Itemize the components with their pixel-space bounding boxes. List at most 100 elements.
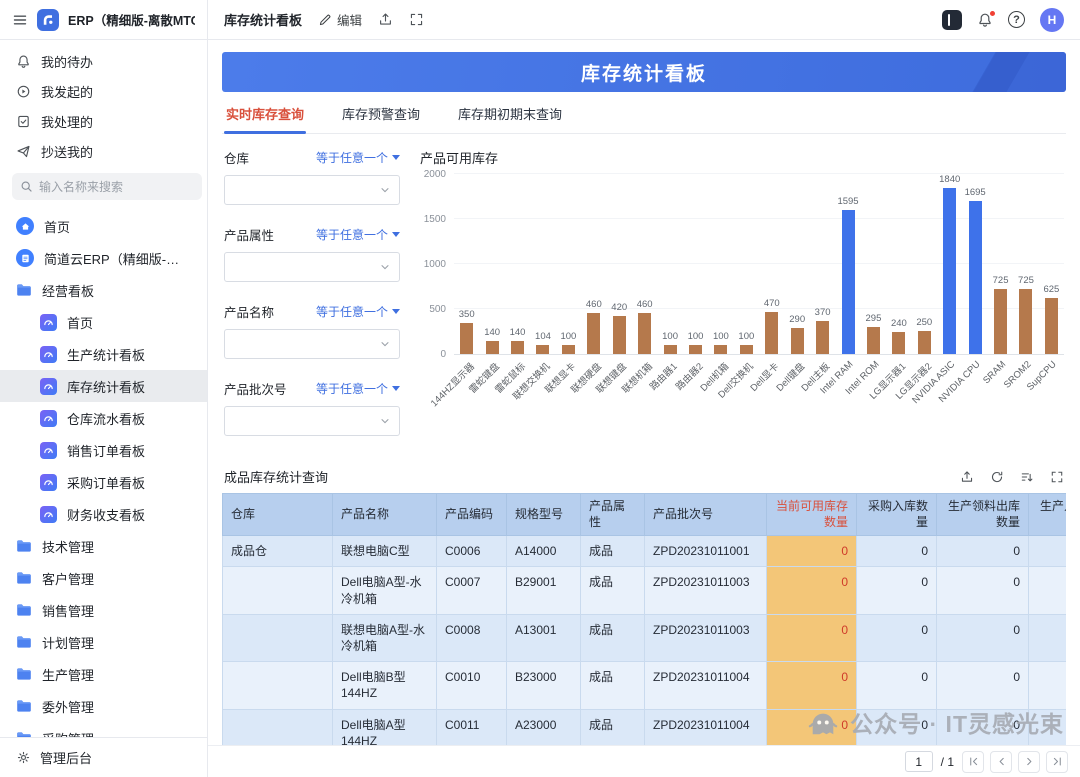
column-header[interactable]: 仓库 xyxy=(223,494,333,536)
column-header[interactable]: 生产入库数量 xyxy=(1029,494,1067,536)
chart-bar[interactable] xyxy=(664,345,677,354)
chart-bar[interactable] xyxy=(562,345,575,354)
column-header[interactable]: 生产领料出库数量 xyxy=(937,494,1029,536)
column-header[interactable]: 采购入库数量 xyxy=(857,494,937,536)
filter-operator[interactable]: 等于任意一个 xyxy=(316,380,400,397)
chart-bar[interactable] xyxy=(740,345,753,354)
column-header[interactable]: 产品属性 xyxy=(581,494,645,536)
column-header[interactable]: 产品名称 xyxy=(333,494,437,536)
column-header[interactable]: 规格型号 xyxy=(507,494,581,536)
chart-bar[interactable] xyxy=(587,313,600,354)
bar-value-label: 1695 xyxy=(965,187,986,198)
first-page-button[interactable] xyxy=(962,751,984,773)
sidebar-folder-4[interactable]: 客户管理 xyxy=(0,562,207,594)
chart-bar[interactable] xyxy=(511,341,524,354)
table-export-icon[interactable] xyxy=(960,470,974,484)
chart-bar[interactable] xyxy=(486,341,499,354)
filter-select[interactable] xyxy=(224,252,400,282)
share-icon[interactable] xyxy=(378,12,393,27)
chart-bar[interactable] xyxy=(918,331,931,354)
sidebar-subitem-2-5[interactable]: 采购订单看板 xyxy=(0,466,207,498)
sidebar-folder-6[interactable]: 计划管理 xyxy=(0,626,207,658)
chart-bar[interactable] xyxy=(816,321,829,354)
chart-bar[interactable] xyxy=(1045,298,1058,354)
column-header[interactable]: 产品编码 xyxy=(437,494,507,536)
last-page-button[interactable] xyxy=(1046,751,1068,773)
sidebar-subitem-2-6[interactable]: 财务收支看板 xyxy=(0,498,207,530)
sidebar-item-home[interactable]: 首页 xyxy=(0,210,207,242)
chart-bar[interactable] xyxy=(791,328,804,354)
filter-operator[interactable]: 等于任意一个 xyxy=(316,149,400,166)
table-cell: C0010 xyxy=(437,662,507,709)
sidebar-subitem-2-2[interactable]: 库存统计看板 xyxy=(0,370,207,402)
tab-1[interactable]: 库存预警查询 xyxy=(340,92,422,133)
sidebar-quick-item-0[interactable]: 我的待办 xyxy=(0,46,207,76)
bar-col-22: 725 xyxy=(1013,175,1038,354)
hamburger-icon[interactable] xyxy=(12,12,28,28)
sidebar-folder-8[interactable]: 委外管理 xyxy=(0,690,207,722)
edit-button[interactable]: 编辑 xyxy=(318,10,362,29)
filter-operator[interactable]: 等于任意一个 xyxy=(316,303,400,320)
bar-value-label: 100 xyxy=(713,331,729,342)
filter-select[interactable] xyxy=(224,406,400,436)
next-page-button[interactable] xyxy=(1018,751,1040,773)
sidebar-search[interactable] xyxy=(12,173,202,200)
chart-bar[interactable] xyxy=(613,316,626,354)
sidebar-subitem-2-4[interactable]: 销售订单看板 xyxy=(0,434,207,466)
bar-col-5: 460 xyxy=(581,175,606,354)
panel-toggle-icon[interactable] xyxy=(942,10,962,30)
table-sort-icon[interactable] xyxy=(1020,470,1034,484)
tab-0[interactable]: 实时库存查询 xyxy=(224,92,306,133)
chart-bar[interactable] xyxy=(536,345,549,354)
sidebar-subitem-2-0[interactable]: 首页 xyxy=(0,306,207,338)
column-header[interactable]: 产品批次号 xyxy=(645,494,767,536)
chart-bar[interactable] xyxy=(460,323,473,354)
table-cell: 0 xyxy=(937,614,1029,661)
fullscreen-icon[interactable] xyxy=(409,12,424,27)
chart-bar[interactable] xyxy=(969,201,982,354)
sidebar-quick-item-3[interactable]: 抄送我的 xyxy=(0,136,207,166)
chart-bar[interactable] xyxy=(638,313,651,354)
chart-bar[interactable] xyxy=(994,289,1007,354)
table-fullscreen-icon[interactable] xyxy=(1050,470,1064,484)
sidebar-folder-2[interactable]: 经营看板 xyxy=(0,274,207,306)
chart-bar[interactable] xyxy=(1019,289,1032,354)
tab-2[interactable]: 库存期初期末查询 xyxy=(456,92,564,133)
chart-bar[interactable] xyxy=(714,345,727,354)
chart-bar[interactable] xyxy=(689,345,702,354)
chart-bar[interactable] xyxy=(842,210,855,354)
bar-col-13: 290 xyxy=(784,175,809,354)
admin-backend-button[interactable]: 管理后台 xyxy=(0,737,207,777)
bar-value-label: 1595 xyxy=(837,196,858,207)
page-last-icon xyxy=(1052,756,1063,767)
chart-bar[interactable] xyxy=(867,327,880,354)
table-cell: ZPD20231011004 xyxy=(645,662,767,709)
filter-operator[interactable]: 等于任意一个 xyxy=(316,226,400,243)
avatar[interactable]: H xyxy=(1040,8,1064,32)
page-input[interactable] xyxy=(905,751,933,772)
bar-col-12: 470 xyxy=(759,175,784,354)
sidebar-folder-5[interactable]: 销售管理 xyxy=(0,594,207,626)
sidebar-folder-3[interactable]: 技术管理 xyxy=(0,530,207,562)
chart-bar[interactable] xyxy=(765,312,778,354)
filter-select[interactable] xyxy=(224,175,400,205)
filter-select[interactable] xyxy=(224,329,400,359)
chart-bar[interactable] xyxy=(943,188,956,354)
topbar-right: ? H xyxy=(926,0,1080,39)
sidebar-subitem-2-3[interactable]: 仓库流水看板 xyxy=(0,402,207,434)
column-header[interactable]: 当前可用库存数量 xyxy=(767,494,857,536)
chart-bar[interactable] xyxy=(892,332,905,354)
folder-icon xyxy=(16,603,32,617)
help-icon[interactable]: ? xyxy=(1008,11,1025,28)
sidebar-item-app[interactable]: 简道云ERP（精细版-离散MT... xyxy=(0,242,207,274)
sidebar-subitem-2-1[interactable]: 生产统计看板 xyxy=(0,338,207,370)
sidebar-folder-9[interactable]: 采购管理 xyxy=(0,722,207,737)
table-refresh-icon[interactable] xyxy=(990,470,1004,484)
notifications-bell-icon[interactable] xyxy=(977,12,993,28)
chart-plot-area: 3501401401041004604204601001001001004702… xyxy=(454,175,1064,355)
search-input[interactable] xyxy=(39,180,194,194)
sidebar-quick-item-2[interactable]: 我处理的 xyxy=(0,106,207,136)
sidebar-quick-item-1[interactable]: 我发起的 xyxy=(0,76,207,106)
prev-page-button[interactable] xyxy=(990,751,1012,773)
sidebar-folder-7[interactable]: 生产管理 xyxy=(0,658,207,690)
